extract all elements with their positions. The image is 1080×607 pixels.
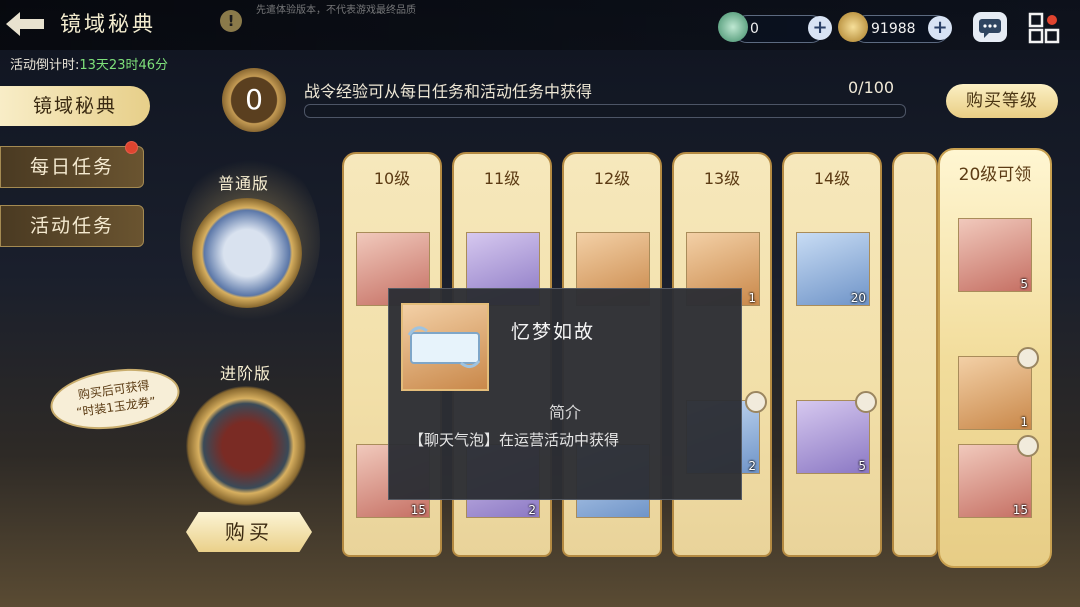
- lock-icon: [855, 391, 877, 413]
- reward-item[interactable]: 15: [958, 435, 1039, 518]
- back-arrow-icon: [6, 12, 44, 36]
- xp-progress-bar: [304, 104, 906, 118]
- currency-jade-value: 0: [750, 21, 759, 37]
- advanced-edition-label: 进阶版: [220, 364, 272, 383]
- add-gold-button[interactable]: +: [928, 16, 952, 40]
- item-count: 2: [528, 503, 536, 517]
- countdown-time: 13天23时46分: [79, 58, 169, 73]
- sidebar-item-event[interactable]: 活动任务: [0, 205, 144, 247]
- countdown: 活动倒计时:13天23时46分: [10, 54, 168, 73]
- currency-gold-value: 91988: [871, 21, 916, 37]
- grid-menu-icon: [1028, 12, 1060, 44]
- countdown-label: 活动倒计时:: [10, 58, 80, 73]
- chat-button[interactable]: [973, 12, 1007, 42]
- menu-button[interactable]: [1028, 12, 1060, 44]
- disclaimer-text: 先遣体验版本，不代表游戏最终品质: [256, 5, 416, 16]
- sidebar-item-label: 镜域秘典: [32, 95, 117, 117]
- lock-icon: [745, 391, 767, 413]
- item-count: 1: [1020, 415, 1028, 429]
- level-label: 13级: [703, 169, 741, 188]
- sidebar-item-pass[interactable]: 镜域秘典: [0, 86, 150, 126]
- purchase-bonus-bubble: 购买后可获得 “时装1玉龙券”: [46, 361, 184, 437]
- item-count: 15: [1012, 503, 1028, 517]
- reward-item[interactable]: 5: [958, 218, 1032, 292]
- reward-item[interactable]: 1: [958, 347, 1039, 430]
- sidebar-item-daily[interactable]: 每日任务: [0, 146, 144, 188]
- normal-edition-emblem[interactable]: [192, 198, 302, 308]
- level-label: 14级: [813, 169, 851, 188]
- level-label: 10级: [373, 169, 411, 188]
- tooltip-description: 【聊天气泡】在运营活动中获得: [409, 431, 620, 449]
- chat-bubble-frame-icon: [407, 326, 481, 368]
- chat-icon: [979, 19, 1001, 38]
- back-button[interactable]: [4, 8, 48, 40]
- reward-item[interactable]: 20: [796, 232, 870, 306]
- pass-level-badge: 0: [222, 68, 286, 132]
- sidebar-item-label: 活动任务: [29, 215, 114, 237]
- tooltip-item-frame: [401, 303, 489, 391]
- sidebar-item-label: 每日任务: [29, 156, 114, 178]
- add-jade-button[interactable]: +: [808, 16, 832, 40]
- level-column: 14级 20 5: [782, 152, 882, 557]
- buy-level-button[interactable]: 购买等级: [946, 84, 1058, 118]
- normal-edition-label: 普通版: [218, 174, 270, 193]
- buy-advanced-button[interactable]: 购买: [186, 512, 312, 552]
- item-count: 1: [748, 291, 756, 305]
- tooltip-title: 忆梦如故: [511, 321, 596, 343]
- gold-dragon-icon: [838, 12, 868, 42]
- item-count: 5: [1020, 277, 1028, 291]
- lock-icon: [1017, 435, 1039, 457]
- lock-icon: [1017, 347, 1039, 369]
- xp-count: 0/100: [848, 78, 895, 97]
- item-count: 20: [850, 291, 866, 305]
- page-title: 镜域秘典: [60, 12, 156, 36]
- xp-hint: 战令经验可从每日任务和活动任务中获得: [304, 82, 593, 101]
- level20-label: 20级可领: [958, 165, 1032, 185]
- jade-dragon-icon: [718, 12, 748, 42]
- tooltip-section-heading: 简介: [548, 403, 581, 422]
- level-label: 12级: [593, 169, 631, 188]
- item-count: 2: [748, 459, 756, 473]
- item-tooltip: 忆梦如故 简介 【聊天气泡】在运营活动中获得: [388, 288, 742, 500]
- item-count: 15: [410, 503, 426, 517]
- info-icon[interactable]: !: [220, 10, 242, 32]
- item-count: 5: [858, 459, 866, 473]
- notification-dot: [125, 141, 138, 154]
- advanced-edition-emblem[interactable]: [186, 386, 306, 506]
- level-label: 11级: [483, 169, 521, 188]
- reward-item[interactable]: 5: [796, 391, 877, 474]
- level20-reward-panel: 20级可领 5 1 15: [938, 148, 1052, 568]
- level-column-partial: [892, 152, 938, 557]
